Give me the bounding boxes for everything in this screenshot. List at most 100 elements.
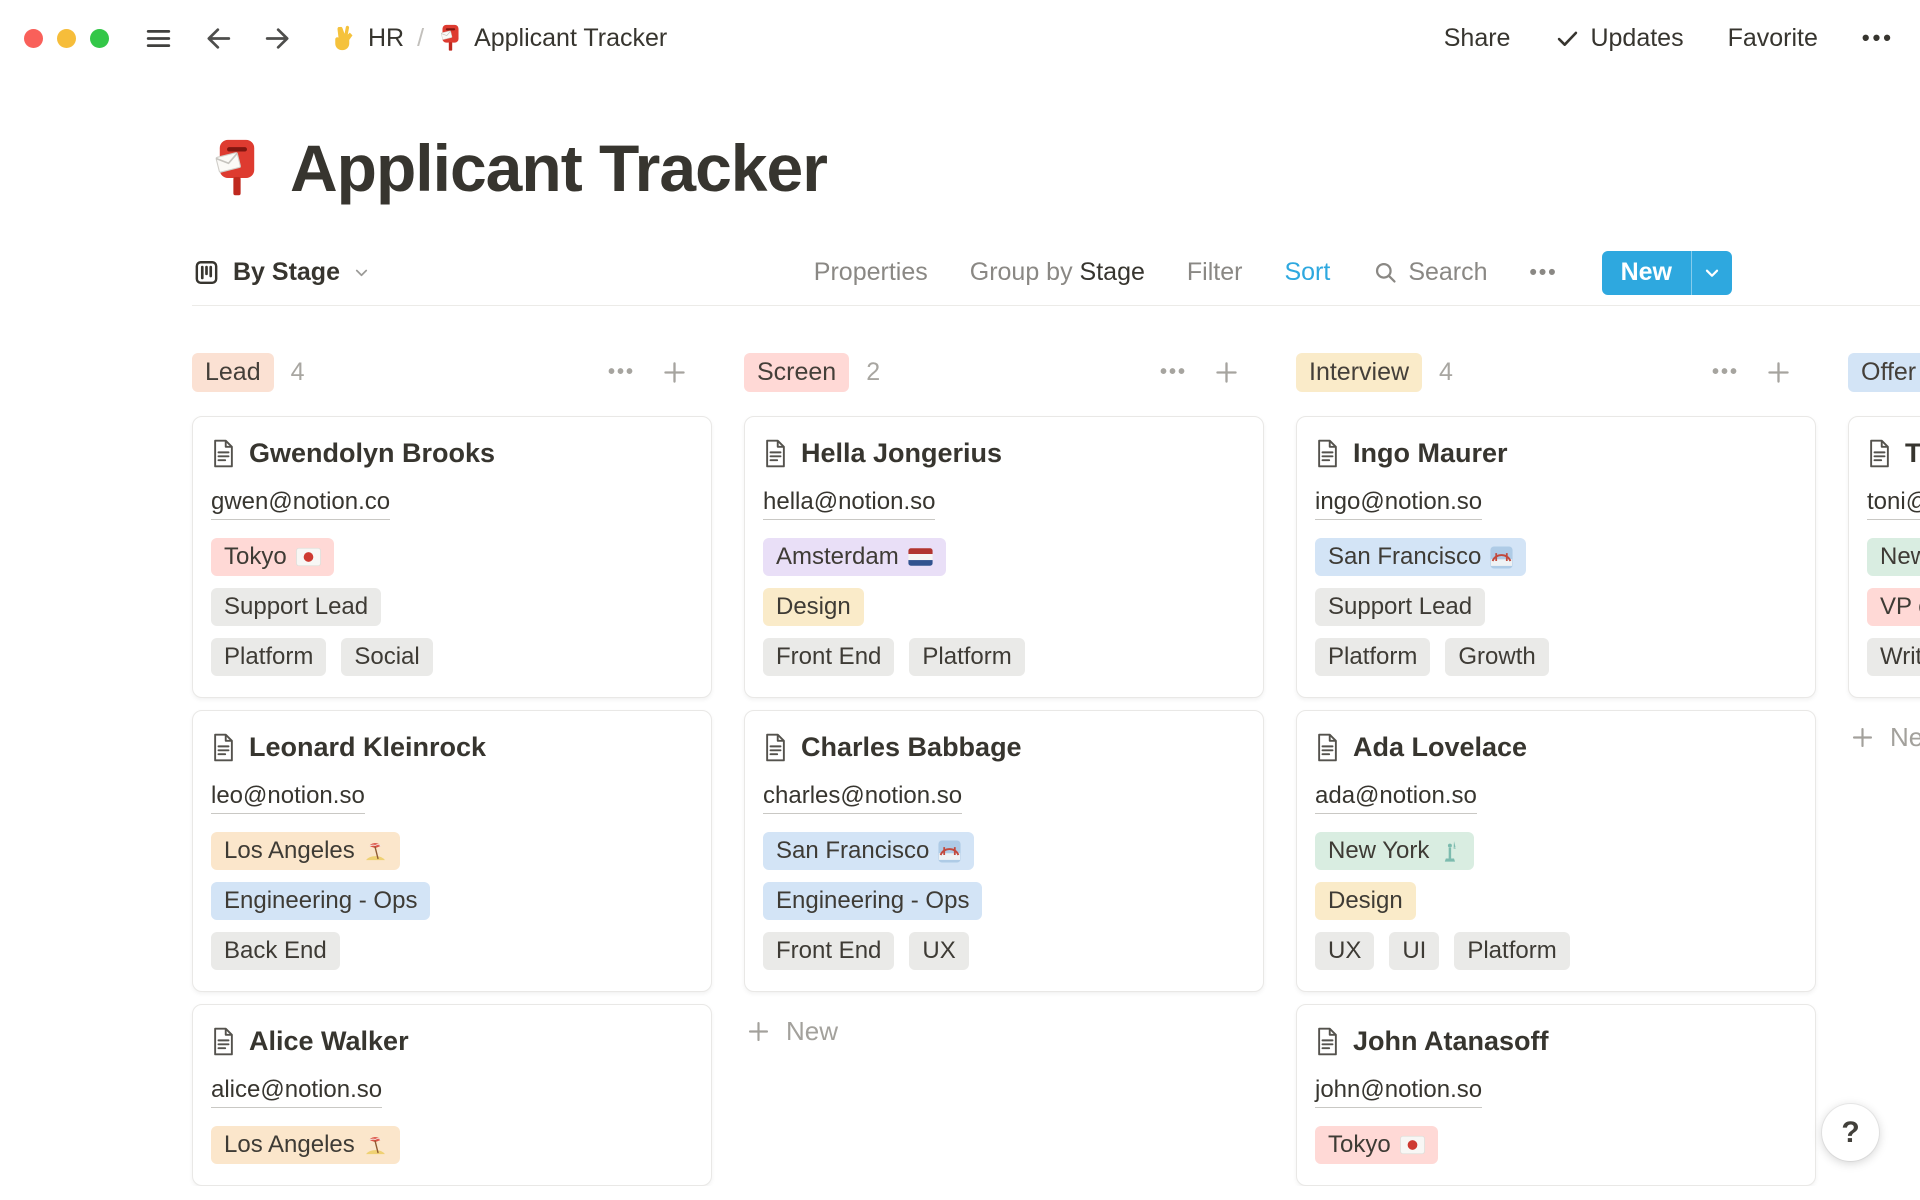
hamburger-icon: [143, 23, 174, 54]
applicant-name: Hella Jongerius: [801, 438, 1002, 469]
applicant-card[interactable]: Ingo Maurer ingo@notion.so San Francisco…: [1296, 416, 1816, 698]
applicant-email-link[interactable]: hella@notion.so: [763, 488, 935, 520]
column-add-card-button[interactable]: [1211, 357, 1242, 388]
location-tag: Los Angeles: [211, 832, 400, 870]
skill-tag: Writ: [1867, 638, 1920, 676]
column-more-button[interactable]: •••: [1712, 361, 1739, 384]
fog-bridge-icon: [1490, 546, 1513, 569]
window-titlebar: HR / Applicant Tracker Share Updates Fav…: [0, 0, 1920, 76]
location-tag: New York: [1315, 832, 1474, 870]
breadcrumb-workspace-label: HR: [368, 24, 404, 53]
favorite-button[interactable]: Favorite: [1728, 24, 1818, 53]
view-switcher-by-stage[interactable]: By Stage: [192, 258, 371, 287]
applicant-email-link[interactable]: gwen@notion.co: [211, 488, 390, 520]
help-button[interactable]: ?: [1822, 1104, 1879, 1161]
applicant-card[interactable]: Hella Jongerius hella@notion.so Amsterda…: [744, 416, 1264, 698]
applicant-card[interactable]: Gwendolyn Brooks gwen@notion.co Tokyo Su…: [192, 416, 712, 698]
applicant-email-link[interactable]: charles@notion.so: [763, 782, 962, 814]
view-more-options-button[interactable]: •••: [1530, 261, 1558, 285]
location-tag: Los Angeles: [211, 1126, 400, 1164]
properties-button[interactable]: Properties: [814, 258, 928, 287]
page-icon: [211, 733, 236, 762]
column-count: 4: [291, 358, 305, 387]
role-tag: Support Lead: [211, 588, 381, 626]
more-options-button[interactable]: •••: [1862, 25, 1894, 51]
new-record-split-button: New: [1602, 251, 1732, 295]
forward-arrow-icon: [261, 22, 294, 55]
board-column-interview: Interview 4 ••• Ingo Maurer: [1296, 348, 1816, 1186]
applicant-email-link[interactable]: alice@notion.so: [211, 1076, 382, 1108]
role-tag: Support Lead: [1315, 588, 1485, 626]
location-tag: Tokyo: [1315, 1126, 1438, 1164]
beach-umbrella-icon: [364, 1134, 387, 1157]
group-by-label: Group by: [970, 258, 1073, 286]
back-button[interactable]: [202, 22, 235, 55]
column-pill-screen[interactable]: Screen: [744, 353, 849, 392]
column-more-button[interactable]: •••: [608, 361, 635, 384]
column-count: 2: [866, 358, 880, 387]
add-new-card-button[interactable]: New: [1848, 722, 1920, 753]
applicant-card[interactable]: T toni@ New VP o Writ: [1848, 416, 1920, 698]
statue-of-liberty-icon: [1438, 840, 1461, 863]
page-title[interactable]: Applicant Tracker: [290, 130, 827, 206]
view-toolbar: By Stage Properties Group by Stage Filte…: [192, 240, 1920, 306]
board-column-screen: Screen 2 ••• Hella Jongerius: [744, 348, 1264, 1186]
new-record-dropdown-button[interactable]: [1691, 251, 1732, 295]
beach-umbrella-icon: [364, 840, 387, 863]
search-label: Search: [1408, 258, 1487, 287]
chevron-down-icon: [1701, 262, 1723, 284]
applicant-name: John Atanasoff: [1353, 1026, 1549, 1057]
breadcrumb-workspace[interactable]: HR: [330, 24, 404, 53]
group-by-button[interactable]: Group by Stage: [970, 258, 1145, 287]
breadcrumb-page[interactable]: Applicant Tracker: [437, 23, 667, 53]
applicant-card[interactable]: Ada Lovelace ada@notion.so New York Desi…: [1296, 710, 1816, 992]
location-tag: Tokyo: [211, 538, 334, 576]
applicant-card[interactable]: Leonard Kleinrock leo@notion.so Los Ange…: [192, 710, 712, 992]
column-count: 4: [1439, 358, 1453, 387]
filter-button[interactable]: Filter: [1187, 258, 1243, 287]
applicant-name: Ada Lovelace: [1353, 732, 1527, 763]
search-button[interactable]: Search: [1372, 258, 1487, 287]
zoom-window-button[interactable]: [90, 29, 109, 48]
column-add-card-button[interactable]: [1763, 357, 1794, 388]
check-icon: [1554, 25, 1581, 52]
applicant-email-link[interactable]: john@notion.so: [1315, 1076, 1482, 1108]
victory-hand-icon: [330, 24, 358, 52]
applicant-email-link[interactable]: ingo@notion.so: [1315, 488, 1482, 520]
applicant-email-link[interactable]: toni@: [1867, 488, 1920, 520]
updates-button[interactable]: Updates: [1554, 24, 1683, 53]
skill-tag: UX: [909, 932, 968, 970]
new-record-button[interactable]: New: [1602, 251, 1691, 295]
add-new-card-button[interactable]: New: [744, 1016, 1264, 1047]
skill-tag: Platform: [1454, 932, 1569, 970]
applicant-card[interactable]: Alice Walker alice@notion.so Los Angeles: [192, 1004, 712, 1186]
page-icon: [1315, 439, 1340, 468]
plus-icon: [744, 1017, 773, 1046]
applicant-card[interactable]: John Atanasoff john@notion.so Tokyo: [1296, 1004, 1816, 1186]
breadcrumb-separator: /: [417, 24, 424, 53]
column-pill-lead[interactable]: Lead: [192, 353, 274, 392]
applicant-email-link[interactable]: ada@notion.so: [1315, 782, 1477, 814]
applicant-email-link[interactable]: leo@notion.so: [211, 782, 365, 814]
skill-tag: UI: [1389, 932, 1439, 970]
forward-button[interactable]: [261, 22, 294, 55]
plus-icon: [1848, 723, 1877, 752]
column-pill-offer[interactable]: Offer: [1848, 353, 1920, 392]
view-switcher-label: By Stage: [233, 258, 340, 287]
column-pill-interview[interactable]: Interview: [1296, 353, 1422, 392]
skill-tag: Front End: [763, 932, 894, 970]
applicant-card[interactable]: Charles Babbage charles@notion.so San Fr…: [744, 710, 1264, 992]
team-tag: Engineering - Ops: [211, 882, 430, 920]
minimize-window-button[interactable]: [57, 29, 76, 48]
location-tag: New: [1867, 538, 1920, 576]
column-add-card-button[interactable]: [659, 357, 690, 388]
share-button[interactable]: Share: [1444, 24, 1511, 53]
close-window-button[interactable]: [24, 29, 43, 48]
fog-bridge-icon: [938, 840, 961, 863]
team-tag: Design: [1315, 882, 1416, 920]
page-icon: [763, 733, 788, 762]
board-view-icon: [192, 258, 221, 287]
sidebar-toggle-button[interactable]: [143, 23, 174, 54]
column-more-button[interactable]: •••: [1160, 361, 1187, 384]
sort-button[interactable]: Sort: [1284, 258, 1330, 287]
